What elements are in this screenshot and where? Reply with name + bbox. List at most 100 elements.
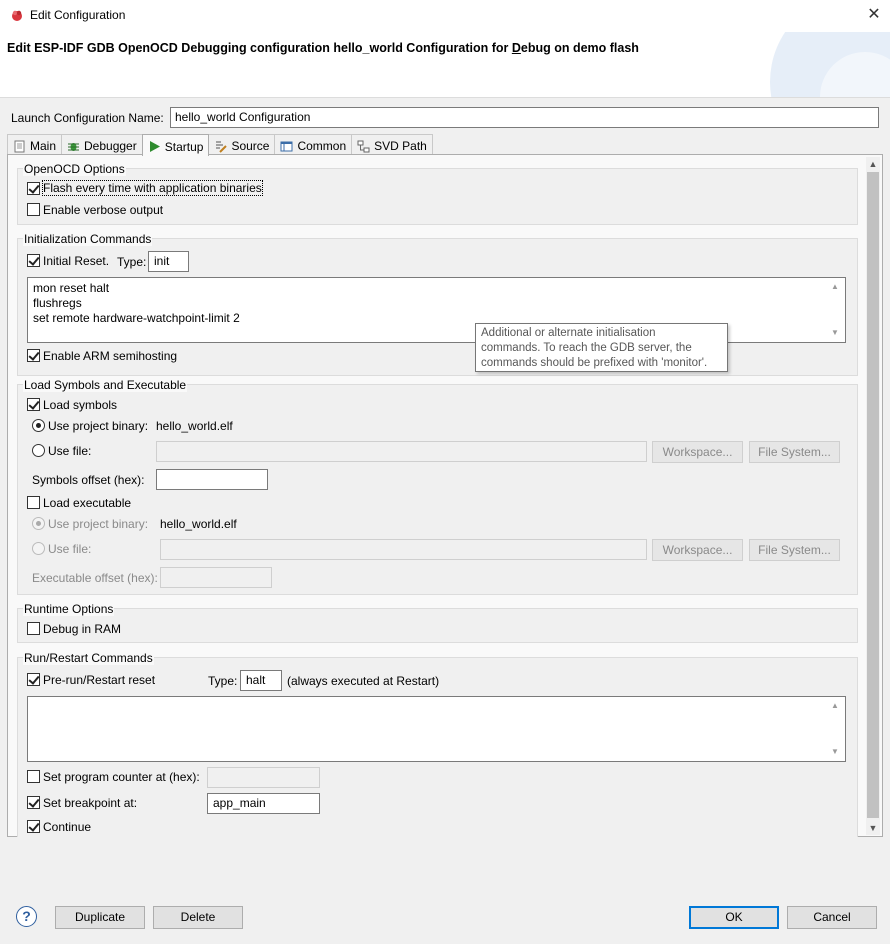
init-commands-tooltip: Additional or alternate initialisation c…	[475, 323, 728, 372]
symbols-project-binary-radio[interactable]	[32, 419, 45, 432]
textarea-scroll-down-icon[interactable]: ▼	[829, 327, 841, 339]
tab-debugger[interactable]: Debugger	[61, 134, 143, 155]
exec-project-binary-radio[interactable]	[32, 517, 45, 530]
debug-ram-checkbox[interactable]	[27, 622, 40, 635]
continue-label: Continue	[43, 820, 92, 834]
dialog-header: Edit ESP-IDF GDB OpenOCD Debugging confi…	[0, 32, 890, 98]
prerun-checkbox[interactable]	[27, 673, 40, 686]
load-symbols-checkbox[interactable]	[27, 398, 40, 411]
prerun-label: Pre-run/Restart reset	[43, 673, 156, 687]
exec-file-input[interactable]	[160, 539, 647, 560]
symbols-offset-label: Symbols offset (hex):	[32, 473, 145, 487]
app-icon	[12, 10, 22, 21]
startup-tab-icon	[149, 141, 160, 152]
tab-svd-path[interactable]: SVD Path	[351, 134, 433, 155]
delete-button[interactable]: Delete	[153, 906, 243, 929]
initial-reset-checkbox[interactable]	[27, 254, 40, 267]
exec-filesystem-button[interactable]: File System...	[749, 539, 840, 561]
symbols-use-file-label: Use file:	[48, 444, 92, 458]
main-tab-icon	[14, 140, 25, 152]
init-command-line: flushregs	[33, 296, 82, 310]
run-group-title: Run/Restart Commands	[23, 651, 154, 665]
exec-use-file-label: Use file:	[48, 542, 92, 556]
symbols-project-binary-value: hello_world.elf	[156, 419, 233, 433]
close-icon[interactable]: ✕	[862, 4, 886, 26]
tab-debugger-label: Debugger	[84, 139, 137, 153]
debug-ram-label: Debug in RAM	[43, 622, 122, 636]
duplicate-button[interactable]: Duplicate	[55, 906, 145, 929]
cancel-button[interactable]: Cancel	[787, 906, 877, 929]
run-textarea-scroll-up-icon[interactable]: ▲	[829, 700, 841, 712]
runtime-group-title: Runtime Options	[23, 602, 115, 616]
tab-source-label: Source	[231, 139, 270, 153]
exec-project-binary-value: hello_world.elf	[160, 517, 237, 531]
semihosting-checkbox[interactable]	[27, 349, 40, 362]
tooltip-line: commands. To reach the GDB server, the	[481, 342, 692, 354]
runtime-group	[17, 608, 858, 643]
scroll-up-icon[interactable]: ▲	[866, 157, 880, 171]
init-type-label: Type:	[117, 255, 147, 269]
window-title: Edit Configuration	[30, 8, 126, 22]
tab-bar: Main Debugger Startup Source Common SVD …	[7, 134, 433, 156]
exec-workspace-button[interactable]: Workspace...	[652, 539, 743, 561]
tab-common-label: Common	[297, 139, 347, 153]
symbols-workspace-button[interactable]: Workspace...	[652, 441, 743, 463]
exec-offset-label: Executable offset (hex):	[32, 571, 158, 585]
config-name-input[interactable]: hello_world Configuration	[170, 107, 879, 128]
load-group	[17, 384, 858, 595]
load-executable-label: Load executable	[43, 496, 132, 510]
svd-path-tab-icon	[357, 140, 370, 152]
help-icon[interactable]: ?	[16, 906, 37, 927]
run-type-label: Type:	[208, 674, 238, 688]
tab-main-label: Main	[30, 139, 57, 153]
title-bar	[0, 0, 890, 32]
symbols-offset-input[interactable]	[156, 469, 268, 490]
tab-source[interactable]: Source	[208, 134, 276, 155]
exec-project-binary-label: Use project binary:	[48, 517, 149, 531]
tab-startup-label: Startup	[164, 139, 204, 154]
symbols-use-file-radio[interactable]	[32, 444, 45, 457]
exec-offset-input[interactable]	[160, 567, 272, 588]
semihosting-label: Enable ARM semihosting	[43, 349, 178, 363]
config-name-label: Launch Configuration Name:	[11, 111, 164, 125]
set-pc-input[interactable]	[207, 767, 320, 788]
common-tab-icon	[280, 141, 293, 151]
dialog-heading: Edit ESP-IDF GDB OpenOCD Debugging confi…	[7, 41, 639, 55]
run-textarea-scroll-down-icon[interactable]: ▼	[829, 746, 841, 758]
flash-checkbox[interactable]	[27, 182, 40, 195]
load-executable-checkbox[interactable]	[27, 496, 40, 509]
scroll-down-icon[interactable]: ▼	[866, 821, 880, 835]
tab-common[interactable]: Common	[274, 134, 353, 155]
init-command-line: mon reset halt	[33, 281, 110, 295]
load-symbols-label: Load symbols	[43, 398, 118, 412]
source-tab-icon	[216, 141, 228, 153]
run-note: (always executed at Restart)	[287, 674, 440, 688]
set-pc-checkbox[interactable]	[27, 770, 40, 783]
set-breakpoint-checkbox[interactable]	[27, 796, 40, 809]
run-type-input[interactable]: halt	[240, 670, 282, 691]
symbols-file-input[interactable]	[156, 441, 647, 462]
openocd-group-title: OpenOCD Options	[23, 162, 126, 176]
tooltip-line: Additional or alternate initialisation	[481, 327, 656, 339]
set-breakpoint-input[interactable]: app_main	[207, 793, 320, 814]
init-group-title: Initialization Commands	[23, 232, 153, 246]
load-group-title: Load Symbols and Executable	[23, 378, 188, 392]
init-type-input[interactable]: init	[148, 251, 189, 272]
textarea-scroll-up-icon[interactable]: ▲	[829, 281, 841, 293]
scroll-thumb[interactable]	[867, 172, 879, 818]
set-breakpoint-label: Set breakpoint at:	[43, 796, 138, 810]
initial-reset-label: Initial Reset.	[43, 254, 110, 268]
debugger-tab-icon	[68, 142, 80, 151]
exec-use-file-radio[interactable]	[32, 542, 45, 555]
verbose-checkbox[interactable]	[27, 203, 40, 216]
run-commands-textarea[interactable]	[27, 696, 846, 762]
tab-startup[interactable]: Startup	[141, 134, 210, 156]
flash-label: Flash every time with application binari…	[42, 180, 263, 196]
symbols-filesystem-button[interactable]: File System...	[749, 441, 840, 463]
ok-button[interactable]: OK	[689, 906, 779, 929]
tab-svd-path-label: SVD Path	[374, 139, 427, 153]
set-pc-label: Set program counter at (hex):	[43, 770, 200, 784]
tab-main[interactable]: Main	[7, 134, 63, 155]
tooltip-line: commands should be prefixed with 'monito…	[481, 357, 708, 369]
continue-checkbox[interactable]	[27, 820, 40, 833]
